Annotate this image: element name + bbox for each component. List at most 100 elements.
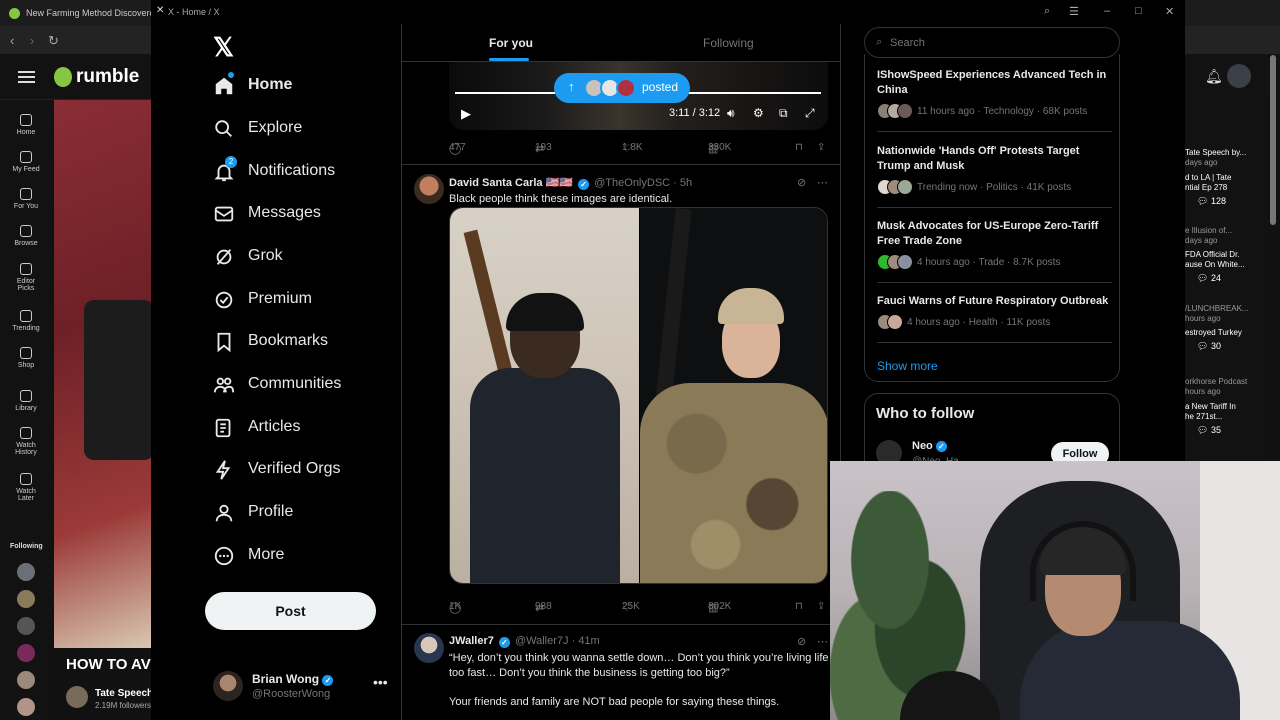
show-more-link[interactable]: Show more [877,359,938,373]
related-item[interactable]: /LUNCHBREAK... hours ago [1185,304,1267,324]
tab-for-you[interactable]: For you [489,36,533,50]
followed-channel-avatar[interactable] [17,617,35,635]
followed-channel-avatar[interactable] [17,698,35,716]
nav-premium[interactable]: Premium [213,283,403,319]
related-title: d to LA | Tate [1185,173,1232,182]
rumble-nav-for-you[interactable]: For You [0,188,52,210]
settings-gear-icon[interactable]: ⚙ [753,106,764,120]
share-icon[interactable]: ⇪ [817,142,825,153]
rumble-browser-tab[interactable]: New Farming Method Discovered! [0,0,160,26]
share-icon[interactable]: ⇪ [817,601,825,612]
news-divider [877,207,1112,208]
nav-home[interactable]: Home [213,69,403,105]
nav-profile[interactable]: Profile [213,496,403,532]
rumble-nav-shop[interactable]: Shop [0,347,52,369]
related-item[interactable]: e Illusion of... days ago [1185,226,1267,246]
bookmark-icon [217,332,231,353]
bell-icon[interactable]: 🔔︎ [1205,68,1223,85]
followed-channel-avatar[interactable] [17,644,35,662]
news-divider [877,282,1112,283]
nav-messages[interactable]: Messages [213,197,403,233]
tweet-author-avatar[interactable] [414,174,444,204]
tweet-author[interactable]: JWaller7 ✓ @Waller7J · 41m [449,635,600,648]
tweet-more-icon[interactable]: ⋯ [817,176,828,189]
zoom-icon[interactable]: ⌕ [1044,5,1050,18]
post-button[interactable]: Post [205,592,376,630]
play-icon[interactable]: ▶ [461,106,471,122]
bookmark-icon[interactable]: ⊓ [795,142,803,153]
tweet[interactable]: JWaller7 ✓ @Waller7J · 41m ⊘ ⋯ “Hey, don… [402,633,840,720]
rumble-nav-library[interactable]: Library [0,390,52,412]
suggested-user-name[interactable]: Neo ✓ [912,440,947,452]
rumble-logo[interactable]: rumble [54,66,139,88]
tweet-more-icon[interactable]: ⋯ [817,635,828,648]
account-switcher[interactable]: Brian Wong ✓ @RoosterWong ••• [213,669,393,709]
suggested-user-name-text: Neo [912,440,933,452]
related-item[interactable]: a New Tariff In he 271st... 💬︎ 35 [1185,402,1267,435]
tab-following[interactable]: Following [703,36,754,50]
nav-communities[interactable]: Communities [213,368,403,404]
rumble-nav-trending[interactable]: Trending [0,310,52,332]
rumble-channel-info[interactable]: Tate Speech 2.19M followers [66,686,156,714]
rumble-nav-home[interactable]: Home [0,114,52,136]
tweet-author-avatar[interactable] [414,633,444,663]
volume-icon[interactable]: 🔊︎ [727,106,735,121]
news-item[interactable]: IShowSpeed Experiences Advanced Tech in … [877,68,1112,120]
bookmark-icon[interactable]: ⊓ [795,601,803,612]
tweet-text: “Hey, don’t you think you wanna settle d… [449,652,829,679]
poster-avatar [616,78,636,98]
rumble-scrollbar[interactable] [1270,55,1276,225]
news-item[interactable]: Nationwide 'Hands Off' Protests Target T… [877,144,1112,196]
account-name: Brian Wong ✓ [252,672,334,686]
account-more-icon[interactable]: ••• [373,674,388,690]
tweet[interactable]: David Santa Carla 🇺🇸🇺🇸 ✓ @TheOnlyDSC · 5… [402,174,840,618]
user-avatar-icon[interactable] [1227,64,1251,88]
grok-icon[interactable]: ⊘ [797,635,806,648]
nav-verified-orgs[interactable]: Verified Orgs [213,453,403,489]
nav-explore[interactable]: Explore [213,112,403,148]
hamburger-menu-icon[interactable] [18,71,35,83]
minimize-icon[interactable]: – [1104,5,1110,17]
followed-channel-avatar[interactable] [17,671,35,689]
tweet-image[interactable] [449,207,828,584]
rumble-nav-watch-history[interactable]: Watch History [0,427,52,456]
back-arrow-icon[interactable]: ‹ [10,33,14,48]
maximize-icon[interactable]: □ [1135,5,1142,17]
rumble-nav-label: Home [16,129,36,136]
nav-grok[interactable]: Grok [213,240,403,276]
nav-articles[interactable]: Articles [213,411,403,447]
forward-arrow-icon[interactable]: › [30,33,34,48]
news-item[interactable]: Musk Advocates for US-Europe Zero-Tariff… [877,219,1112,271]
tweet-author-name: David Santa Carla [449,177,543,189]
rumble-nav-watch-later[interactable]: Watch Later [0,473,52,502]
related-item[interactable]: Tate Speech by... days ago [1185,148,1267,168]
nav-notifications[interactable]: 2 Notifications [213,155,403,191]
nav-bookmarks[interactable]: Bookmarks [213,325,403,361]
new-posts-pill[interactable]: ↑ posted [554,73,690,103]
rumble-nav-browse[interactable]: Browse [0,225,52,247]
reload-icon[interactable]: ↻ [48,33,59,49]
followed-channel-avatar[interactable] [17,590,35,608]
rumble-tab-title: New Farming Method Discovered! [26,8,160,18]
rumble-nav-label: Editor Picks [16,278,36,292]
article-icon [215,418,231,438]
nav-more[interactable]: More [213,539,403,575]
fullscreen-icon[interactable]: ⤢ [805,106,815,121]
x-logo[interactable]: 𝕏 [213,32,234,63]
news-item[interactable]: Fauci Warns of Future Respiratory Outbre… [877,294,1112,331]
related-item[interactable]: orkhorse Podcast hours ago [1185,377,1267,397]
rumble-nav-editor-picks[interactable]: Editor Picks [0,263,52,292]
menu-icon[interactable]: ☰ [1069,5,1079,18]
close-icon[interactable]: ✕ [1165,5,1174,18]
tweet-author[interactable]: David Santa Carla 🇺🇸🇺🇸 ✓ @TheOnlyDSC · 5… [449,176,692,190]
grok-icon[interactable]: ⊘ [797,176,806,189]
rumble-video-title[interactable]: HOW TO AV [66,656,151,673]
rumble-nav-my-feed[interactable]: My Feed [0,151,52,173]
followed-channel-avatar[interactable] [17,563,35,581]
search-input[interactable] [890,34,1110,52]
related-item[interactable]: FDA Official Dr. ause On White... 💬︎ 24 [1185,250,1267,283]
related-item[interactable]: estroyed Turkey 💬︎ 30 [1185,328,1267,351]
related-item[interactable]: d to LA | Tate ntial Ep 278 💬︎ 128 [1185,173,1267,206]
rumble-video-thumbnail[interactable] [54,100,154,648]
picture-in-picture-icon[interactable]: ⧉ [779,106,788,121]
